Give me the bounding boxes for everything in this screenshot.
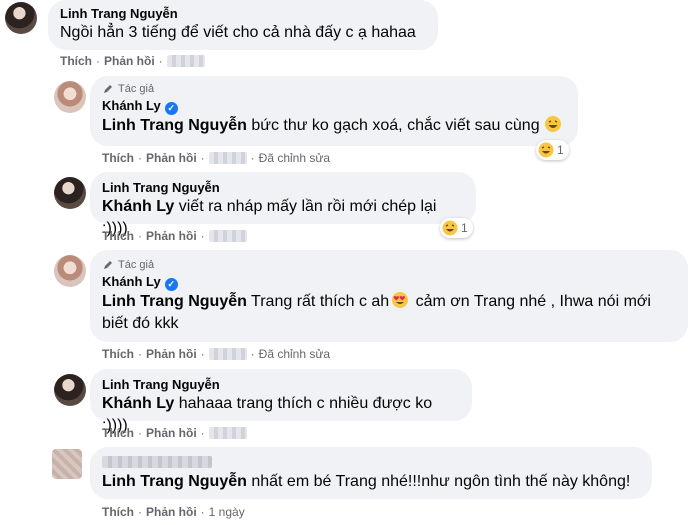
comment-actions: Thích · Phản hồi · bbox=[102, 228, 247, 244]
avatar[interactable] bbox=[54, 177, 86, 209]
comment-author[interactable]: Linh Trang Nguyễn bbox=[60, 6, 426, 22]
reply-button[interactable]: Phản hồi bbox=[146, 228, 197, 244]
comment-bubble: Linh Trang Nguyễn nhất em bé Trang nhé!!… bbox=[90, 447, 652, 499]
mention-link[interactable]: Linh Trang Nguyễn bbox=[102, 473, 247, 490]
comment-text-line: biết đó kkk bbox=[102, 315, 179, 332]
comment-actions: Thích · Phản hồi · bbox=[102, 425, 247, 441]
comment-author[interactable]: Linh Trang Nguyễn bbox=[102, 377, 460, 393]
edited-label[interactable]: Đã chỉnh sửa bbox=[259, 150, 330, 166]
verified-icon: ✓ bbox=[164, 278, 178, 291]
comment-bubble: Tác giả Khánh Ly ✓ Linh Trang Nguyễn Tran… bbox=[90, 250, 688, 342]
pen-icon bbox=[104, 85, 112, 93]
mention-link[interactable]: Linh Trang Nguyễn bbox=[102, 293, 247, 310]
timestamp-blurred[interactable] bbox=[208, 152, 247, 164]
reply-button[interactable]: Phản hồi bbox=[146, 150, 197, 166]
blurred-name bbox=[102, 456, 212, 468]
like-button[interactable]: Thích bbox=[102, 346, 134, 362]
comment-bubble: Linh Trang Nguyễn Ngồi hẳn 3 tiếng để vi… bbox=[48, 0, 438, 50]
like-button[interactable]: Thích bbox=[102, 504, 134, 520]
comment-author-blurred[interactable] bbox=[102, 455, 640, 471]
reaction-count[interactable]: 1 bbox=[536, 140, 569, 160]
comment-actions: Thích · Phản hồi · · Đã chỉnh sửa bbox=[102, 346, 331, 362]
like-button[interactable]: Thích bbox=[102, 150, 134, 166]
comment-bubble: Linh Trang Nguyễn Khánh Ly viết ra nháp … bbox=[90, 172, 476, 237]
laugh-icon bbox=[538, 142, 554, 158]
avatar[interactable] bbox=[54, 374, 86, 406]
heart-eyes-icon bbox=[392, 292, 409, 308]
comment-author[interactable]: Khánh Ly ✓ bbox=[102, 98, 566, 115]
laugh-icon bbox=[442, 220, 458, 236]
timestamp[interactable]: 1 ngày bbox=[209, 504, 245, 520]
avatar[interactable] bbox=[5, 2, 37, 34]
timestamp-blurred[interactable] bbox=[208, 348, 247, 360]
like-button[interactable]: Thích bbox=[60, 53, 92, 69]
mention-link[interactable]: Khánh Ly bbox=[102, 395, 174, 412]
comment-text: Linh Trang Nguyễn nhất em bé Trang nhé!!… bbox=[102, 473, 631, 490]
edited-label[interactable]: Đã chỉnh sửa bbox=[259, 346, 330, 362]
comment-text: Ngồi hẳn 3 tiếng để viết cho cả nhà đấy … bbox=[60, 24, 416, 41]
comment-author[interactable]: Linh Trang Nguyễn bbox=[102, 180, 464, 196]
like-button[interactable]: Thích bbox=[102, 228, 134, 244]
avatar[interactable] bbox=[54, 81, 86, 113]
author-badge: Tác giả bbox=[102, 258, 676, 272]
reply-button[interactable]: Phản hồi bbox=[146, 504, 197, 520]
comment-text: Linh Trang Nguyễn Trang rất thích c ah c… bbox=[102, 292, 651, 310]
mention-link[interactable]: Linh Trang Nguyễn bbox=[102, 117, 247, 134]
reply-button[interactable]: Phản hồi bbox=[146, 425, 197, 441]
mention-link[interactable]: Khánh Ly bbox=[102, 198, 174, 215]
reaction-count[interactable]: 1 bbox=[440, 218, 473, 238]
pen-icon bbox=[104, 261, 112, 269]
timestamp-blurred[interactable] bbox=[208, 427, 247, 439]
laugh-icon bbox=[544, 116, 561, 132]
author-badge: Tác giả bbox=[102, 82, 566, 96]
timestamp-blurred[interactable] bbox=[166, 55, 205, 67]
comment-bubble: Tác giả Khánh Ly ✓ Linh Trang Nguyễn bức … bbox=[90, 76, 578, 146]
verified-icon: ✓ bbox=[164, 102, 178, 115]
comment-actions: Thích · Phản hồi · 1 ngày bbox=[102, 504, 245, 520]
avatar[interactable] bbox=[54, 255, 86, 287]
comment-author[interactable]: Khánh Ly ✓ bbox=[102, 274, 676, 291]
comment-actions: Thích · Phản hồi · · Đã chỉnh sửa bbox=[102, 150, 331, 166]
reply-button[interactable]: Phản hồi bbox=[104, 53, 155, 69]
avatar-blurred[interactable] bbox=[52, 449, 82, 479]
timestamp-blurred[interactable] bbox=[208, 230, 247, 242]
reply-button[interactable]: Phản hồi bbox=[146, 346, 197, 362]
comment-text: Linh Trang Nguyễn bức thư ko gạch xoá, c… bbox=[102, 115, 566, 137]
comment-actions: Thích · Phản hồi · bbox=[60, 53, 205, 69]
like-button[interactable]: Thích bbox=[102, 425, 134, 441]
comment-bubble: Linh Trang Nguyễn Khánh Ly hahaaa trang … bbox=[90, 369, 472, 434]
